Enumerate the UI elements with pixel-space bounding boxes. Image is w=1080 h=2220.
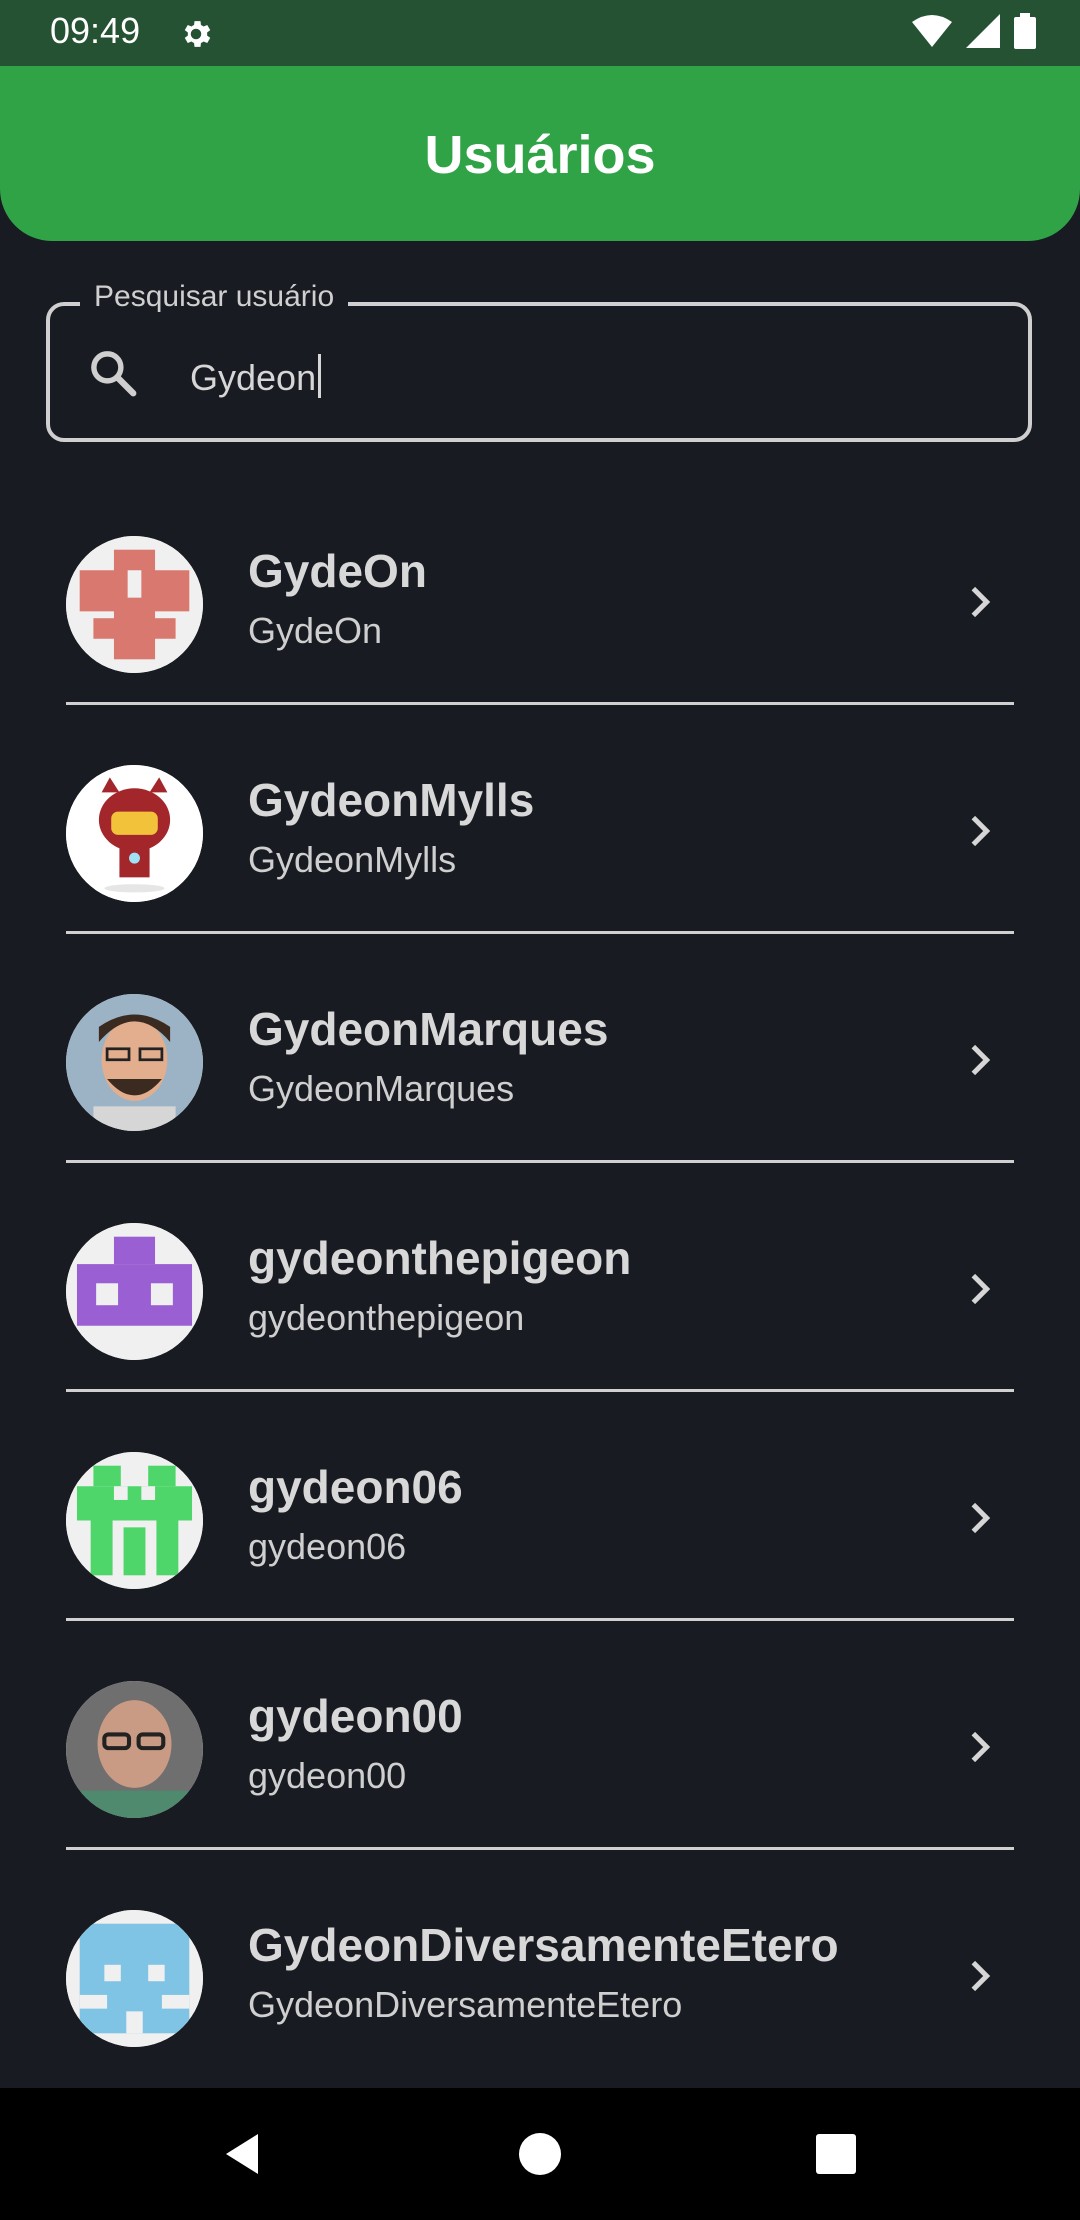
user-login: gydeon06	[248, 1526, 407, 1567]
user-login: gydeon00	[248, 1755, 407, 1796]
user-login: gydeonthepigeon	[248, 1297, 525, 1338]
chevron-right-icon	[960, 582, 1000, 622]
home-icon[interactable]	[510, 2124, 570, 2184]
chevron-right-icon	[960, 811, 1000, 851]
avatar	[66, 765, 203, 902]
list-item[interactable]: gydeon00 gydeon00	[0, 1621, 1080, 1850]
chevron-right-icon	[960, 1040, 1000, 1080]
list-item[interactable]: GydeonMarques GydeonMarques	[0, 934, 1080, 1163]
chevron-right-icon	[960, 1498, 1000, 1538]
chevron-right-icon	[960, 1727, 1000, 1767]
avatar	[66, 994, 203, 1131]
user-login: GydeonMylls	[248, 839, 457, 880]
user-login: GydeonMarques	[248, 1068, 515, 1109]
list-item[interactable]: GydeonMylls GydeonMylls	[0, 705, 1080, 934]
system-nav-bar	[0, 2088, 1080, 2220]
list-item[interactable]: gydeon06 gydeon06	[0, 1392, 1080, 1621]
back-icon[interactable]	[214, 2124, 274, 2184]
search-icon	[86, 346, 140, 400]
user-login: GydeonDiversamenteEtero	[248, 1984, 683, 2025]
status-bar: 09:49	[0, 0, 1080, 66]
avatar	[66, 1223, 203, 1360]
user-name: GydeonMylls	[248, 774, 535, 826]
avatar	[66, 1910, 203, 2047]
status-time: 09:49	[50, 10, 141, 51]
avatar	[66, 1681, 203, 1818]
user-login: GydeOn	[248, 610, 383, 651]
user-name: GydeonDiversamenteEtero	[248, 1919, 839, 1971]
page-title: Usuários	[424, 125, 656, 185]
list-item[interactable]: gydeonthepigeon gydeonthepigeon	[0, 1163, 1080, 1392]
recents-icon[interactable]	[806, 2124, 866, 2184]
wifi-icon	[912, 14, 952, 53]
search-input[interactable]: Gydeon	[190, 354, 322, 399]
user-name: gydeon00	[248, 1690, 463, 1742]
cell-signal-icon	[966, 13, 1000, 53]
user-name: GydeOn	[248, 545, 427, 597]
app-bar: Usuários	[0, 66, 1080, 241]
chevron-right-icon	[960, 1269, 1000, 1309]
user-name: gydeonthepigeon	[248, 1232, 632, 1284]
list-item[interactable]: GydeOn GydeOn	[0, 476, 1080, 705]
text-cursor	[318, 354, 322, 398]
user-name: GydeonMarques	[248, 1003, 609, 1055]
user-list: GydeOn GydeOn GydeonMylls GydeonMylls Gy…	[0, 476, 1080, 2079]
battery-icon	[1014, 12, 1036, 54]
user-name: gydeon06	[248, 1461, 463, 1513]
search-label: Pesquisar usuário	[80, 280, 349, 314]
avatar	[66, 536, 203, 673]
avatar	[66, 1452, 203, 1589]
list-item[interactable]: GydeonDiversamenteEtero GydeonDiversamen…	[0, 1850, 1080, 2079]
search-field[interactable]: Pesquisar usuário Gydeon	[46, 280, 1032, 442]
chevron-right-icon	[960, 1956, 1000, 1996]
settings-gear-icon	[178, 16, 214, 52]
